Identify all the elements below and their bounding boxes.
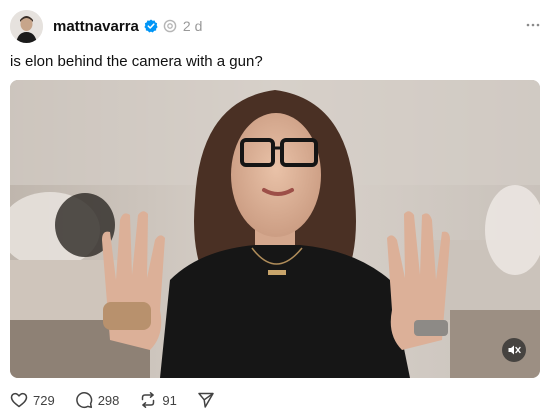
repost-count: 91 (162, 392, 177, 408)
avatar[interactable] (10, 9, 43, 43)
post-text: is elon behind the camera with a gun? (10, 53, 263, 70)
heart-icon (10, 392, 28, 408)
thread-post: mattnavarra 2 d is elon behind the camer… (0, 0, 553, 416)
threads-logo-icon (163, 19, 177, 33)
reply-count: 298 (97, 392, 120, 408)
comment-icon (75, 391, 92, 409)
repost-button[interactable]: 91 (139, 391, 177, 409)
send-icon (198, 392, 214, 408)
like-count: 729 (33, 392, 55, 408)
like-button[interactable]: 729 (10, 391, 55, 409)
video-player[interactable] (10, 80, 540, 378)
reply-button[interactable]: 298 (75, 391, 120, 409)
muted-speaker-icon[interactable] (502, 338, 526, 362)
repost-icon (142, 392, 155, 408)
more-options-icon[interactable] (525, 17, 541, 33)
video-frame (10, 80, 540, 378)
post-header: mattnavarra 2 d (10, 9, 543, 43)
verified-badge-icon (144, 19, 158, 33)
action-bar: 729 298 91 (10, 390, 235, 410)
share-button[interactable] (197, 391, 215, 409)
username[interactable]: mattnavarra (53, 18, 139, 35)
post-timestamp[interactable]: 2 d (183, 18, 202, 34)
